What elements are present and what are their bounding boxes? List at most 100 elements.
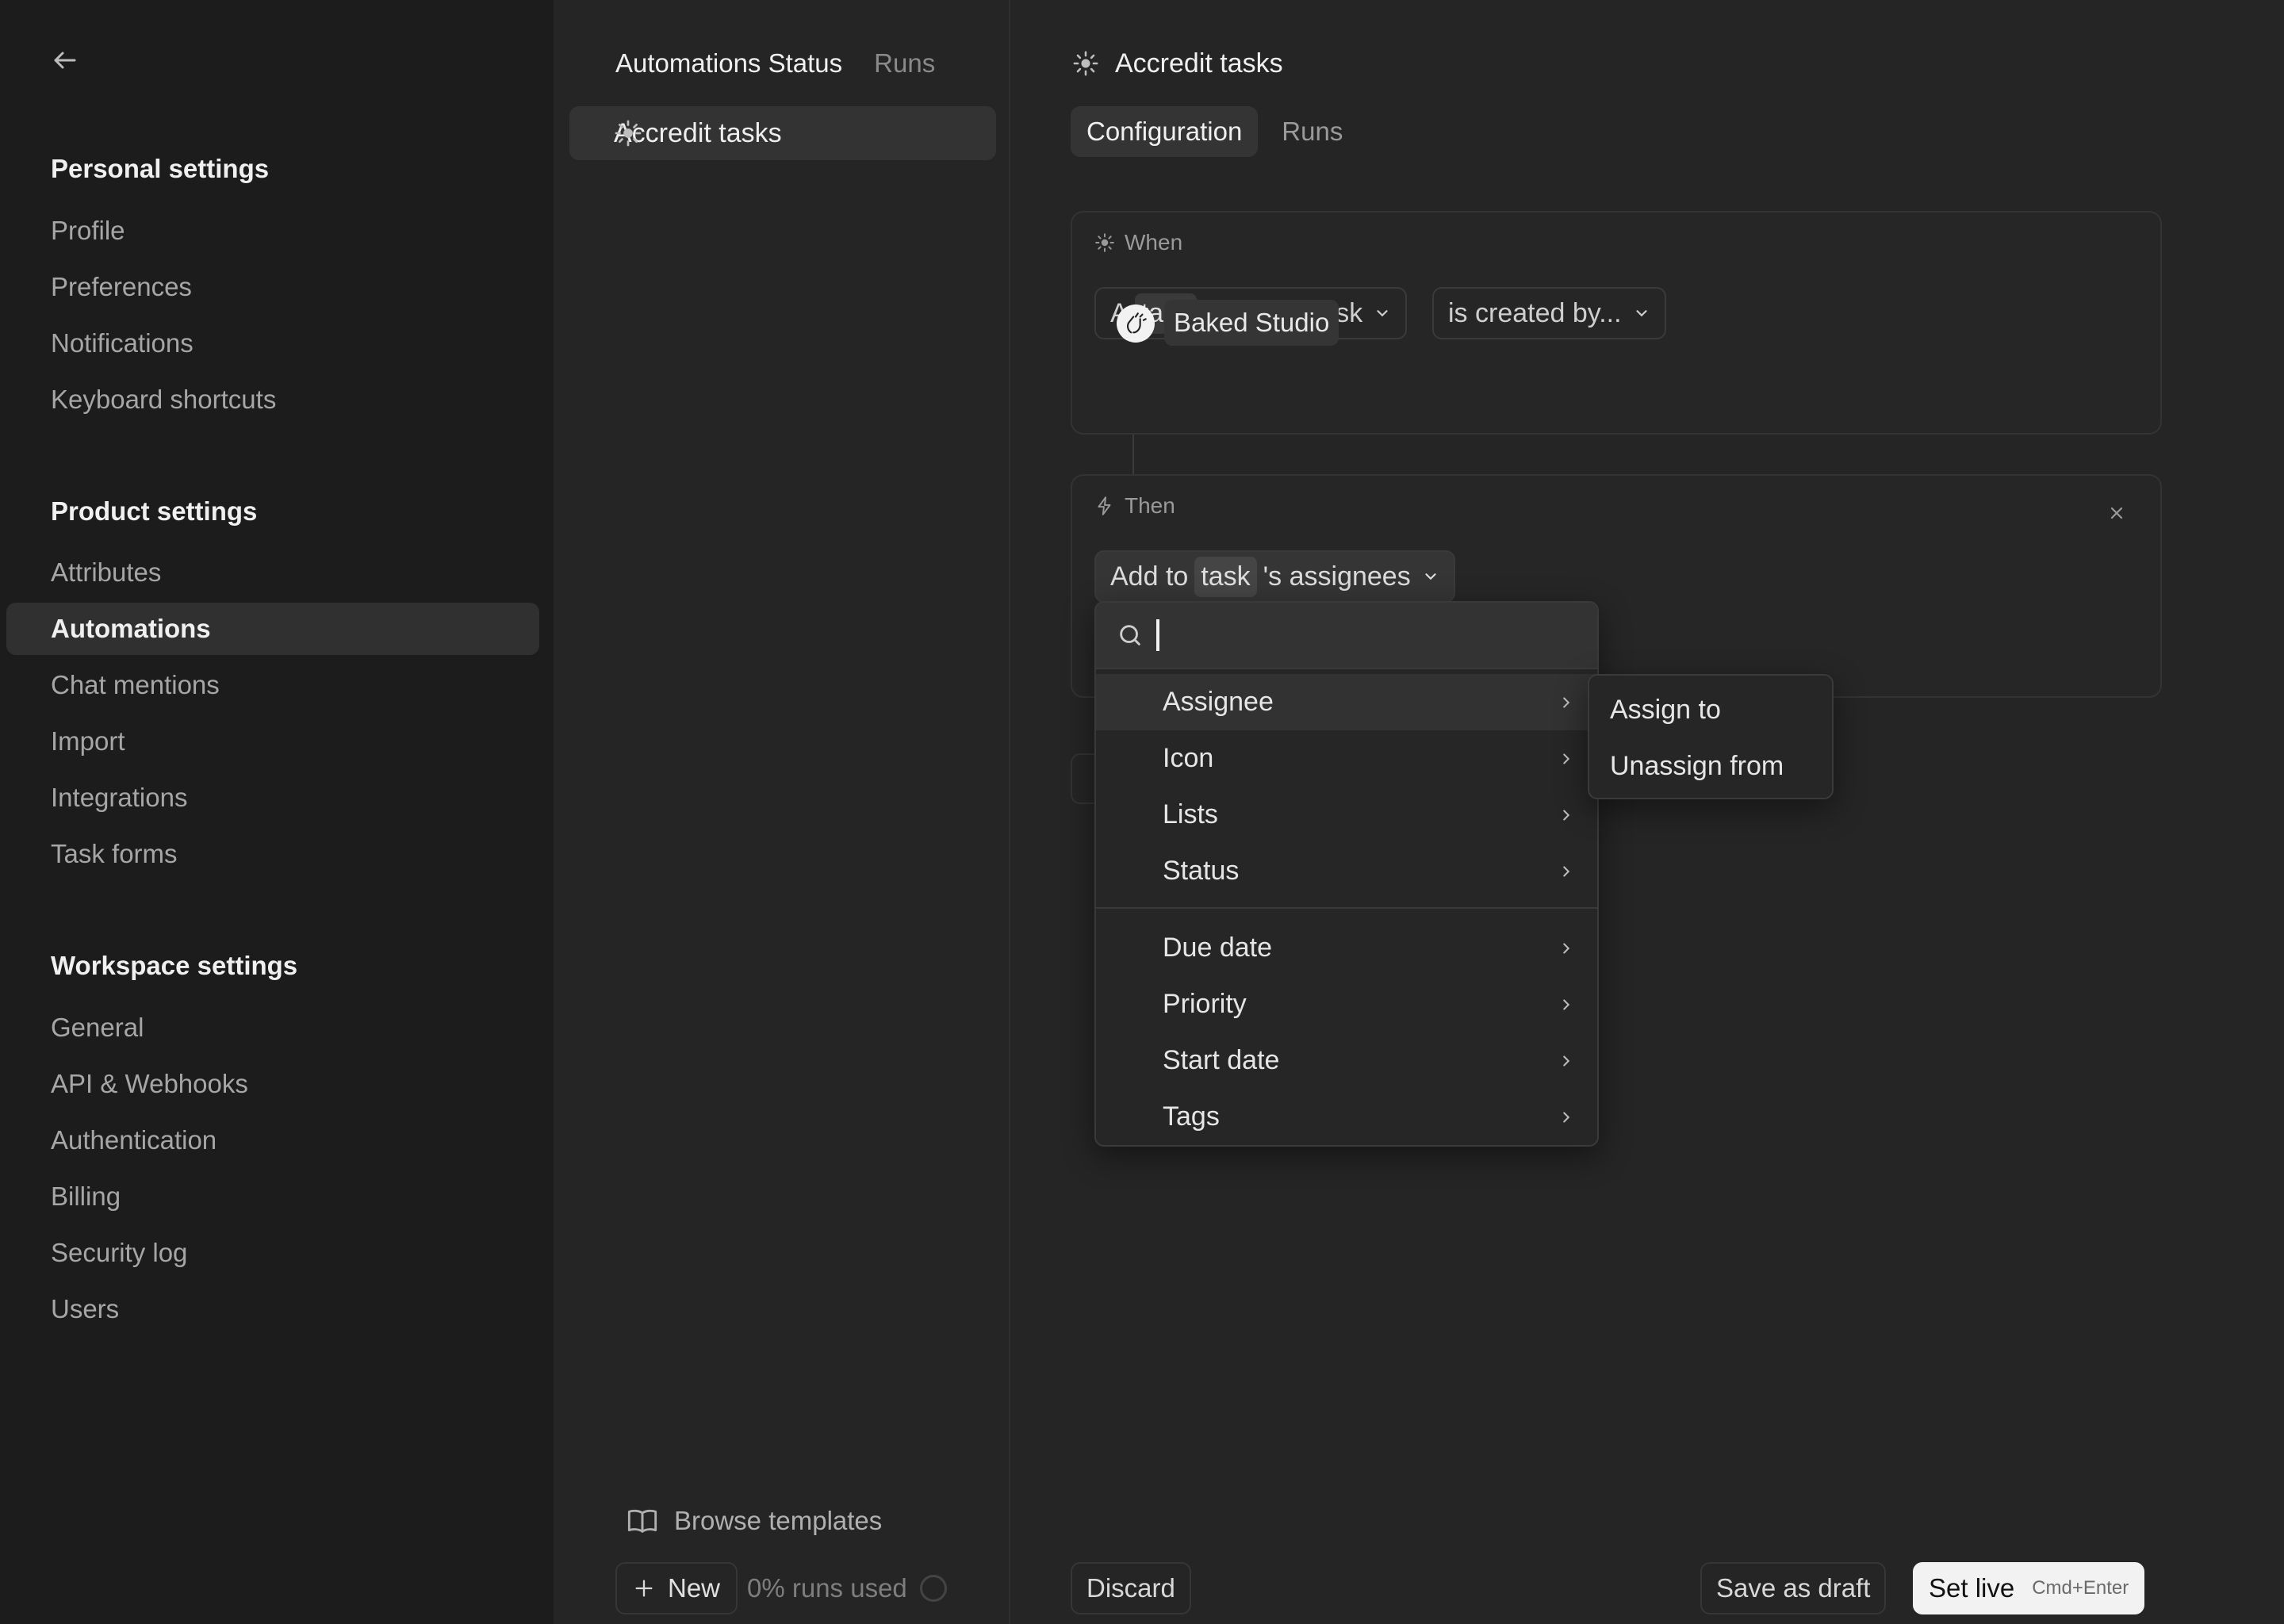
- sidebar-item-authentication[interactable]: Authentication: [6, 1114, 539, 1166]
- chevron-right-icon: [1558, 1052, 1575, 1070]
- action-selector[interactable]: Add to task 's assignees: [1094, 550, 1455, 603]
- usage-ring-icon: [919, 1575, 947, 1602]
- workspace-settings-heading: Workspace settings: [51, 951, 298, 980]
- dropdown-search: [1096, 603, 1597, 669]
- editor-tabs: Configuration Runs: [1071, 106, 1359, 157]
- condition-selector[interactable]: is created by...: [1432, 287, 1666, 339]
- menu-item-label: Priority: [1163, 989, 1247, 1019]
- condition-label: is created by...: [1448, 297, 1622, 328]
- chevron-right-icon: [1558, 940, 1575, 957]
- add-step-button[interactable]: [1071, 753, 1094, 804]
- menu-item-lists[interactable]: Lists: [1096, 787, 1597, 843]
- sidebar-item-security-log[interactable]: Security log: [6, 1227, 539, 1279]
- menu-item-due-date[interactable]: Due date: [1096, 920, 1597, 976]
- menu-item-tags[interactable]: Tags: [1096, 1089, 1597, 1145]
- discard-button[interactable]: Discard: [1071, 1562, 1191, 1614]
- chevron-right-icon: [1558, 1109, 1575, 1126]
- when-card: When A task 's parent task is created by…: [1071, 211, 2162, 435]
- sidebar-item-chat-mentions[interactable]: Chat mentions: [6, 659, 539, 711]
- action-suffix: 's assignees: [1263, 561, 1411, 592]
- sidebar-item-api-webhooks[interactable]: API & Webhooks: [6, 1058, 539, 1110]
- sun-icon: [615, 120, 642, 147]
- sidebar-item-attributes[interactable]: Attributes: [6, 546, 539, 599]
- automations-list-header: Automations Status Runs: [615, 44, 935, 82]
- personal-settings-heading: Personal settings: [51, 154, 270, 183]
- menu-item-label: Icon: [1163, 743, 1214, 773]
- avatar: [1117, 304, 1155, 343]
- plus-icon: [635, 1580, 653, 1597]
- menu-item-priority[interactable]: Priority: [1096, 976, 1597, 1032]
- sidebar-item-billing[interactable]: Billing: [6, 1170, 539, 1223]
- menu-item-label: Tags: [1163, 1101, 1220, 1132]
- clapping-hands-icon: [1126, 312, 1147, 334]
- menu-item-label: Status: [1163, 856, 1240, 886]
- sidebar-item-users[interactable]: Users: [6, 1283, 539, 1335]
- sun-icon: [1095, 233, 1114, 252]
- sidebar-item-preferences[interactable]: Preferences: [6, 261, 539, 313]
- menu-item-label: Assignee: [1163, 687, 1274, 717]
- set-live-label: Set live: [1929, 1573, 2015, 1603]
- editor-header: Accredit tasks: [1072, 44, 1283, 82]
- sidebar-item-task-forms[interactable]: Task forms: [6, 828, 539, 880]
- text-cursor: [1156, 619, 1159, 651]
- chevron-right-icon: [1558, 863, 1575, 880]
- creator-chip[interactable]: Baked Studio: [1164, 300, 1339, 346]
- sidebar-item-automations[interactable]: Automations: [6, 603, 539, 655]
- set-live-button[interactable]: Set live Cmd+Enter: [1913, 1562, 2145, 1614]
- runs-used-indicator: 0% runs used: [747, 1562, 947, 1614]
- tab-runs[interactable]: Runs: [1266, 106, 1359, 157]
- search-icon: [1120, 625, 1140, 645]
- sidebar-item-profile[interactable]: Profile: [6, 205, 539, 257]
- save-draft-button[interactable]: Save as draft: [1700, 1562, 1887, 1614]
- then-label: Then: [1094, 493, 1175, 519]
- automation-item-accredit-tasks[interactable]: Accredit tasks: [569, 106, 996, 160]
- chevron-right-icon: [1558, 694, 1575, 711]
- product-settings-heading: Product settings: [51, 496, 258, 526]
- action-prefix: Add to: [1110, 561, 1189, 592]
- action-token: task: [1194, 556, 1257, 597]
- chevron-right-icon: [1558, 996, 1575, 1013]
- menu-item-label: Due date: [1163, 933, 1272, 963]
- page-title: Accredit tasks: [1115, 48, 1283, 79]
- keyboard-shortcut-hint: Cmd+Enter: [2032, 1577, 2129, 1599]
- menu-item-status[interactable]: Status: [1096, 843, 1597, 899]
- sun-icon: [1073, 51, 1098, 76]
- chevron-down-icon: [1374, 304, 1391, 322]
- sidebar-item-general[interactable]: General: [6, 1002, 539, 1054]
- sidebar-item-import[interactable]: Import: [6, 715, 539, 768]
- chevron-down-icon: [1633, 304, 1650, 322]
- arrow-left-icon: [54, 52, 76, 69]
- tab-runs[interactable]: Runs: [874, 48, 935, 79]
- menu-divider: [1096, 907, 1597, 909]
- sidebar-item-keyboard-shortcuts[interactable]: Keyboard shortcuts: [6, 373, 539, 426]
- new-automation-button[interactable]: New: [615, 1562, 738, 1614]
- flow-connector: [1132, 435, 1134, 474]
- chevron-right-icon: [1558, 750, 1575, 768]
- assignee-submenu: Assign to Unassign from: [1588, 674, 1834, 799]
- menu-item-assignee[interactable]: Assignee: [1096, 674, 1597, 730]
- tab-configuration[interactable]: Configuration: [1071, 106, 1259, 157]
- chevron-right-icon: [1558, 806, 1575, 824]
- menu-item-unassign-from[interactable]: Unassign from: [1589, 738, 1832, 795]
- sidebar-item-integrations[interactable]: Integrations: [6, 772, 539, 824]
- then-label-text: Then: [1125, 493, 1175, 518]
- browse-templates-label: Browse templates: [674, 1506, 883, 1535]
- back-button[interactable]: [44, 40, 86, 81]
- lightning-icon: [1098, 496, 1111, 515]
- close-icon[interactable]: [2103, 500, 2130, 527]
- chevron-down-icon: [1422, 568, 1439, 585]
- automations-list-panel: [554, 0, 1010, 1624]
- book-icon: [627, 1509, 657, 1533]
- sidebar-item-notifications[interactable]: Notifications: [6, 317, 539, 370]
- action-field-dropdown: Assignee Icon Lists Status Due date Prio…: [1094, 601, 1599, 1147]
- when-label: When: [1094, 230, 1182, 255]
- browse-templates-link[interactable]: Browse templates: [627, 1500, 882, 1542]
- menu-item-icon[interactable]: Icon: [1096, 730, 1597, 787]
- menu-item-assign-to[interactable]: Assign to: [1589, 682, 1832, 738]
- menu-item-label: Start date: [1163, 1045, 1280, 1075]
- dropdown-search-input[interactable]: [1172, 620, 1521, 650]
- runs-used-label: 0% runs used: [747, 1573, 907, 1603]
- menu-item-label: Lists: [1163, 799, 1218, 829]
- menu-item-start-date[interactable]: Start date: [1096, 1032, 1597, 1089]
- tab-automations-status[interactable]: Automations Status: [615, 48, 842, 79]
